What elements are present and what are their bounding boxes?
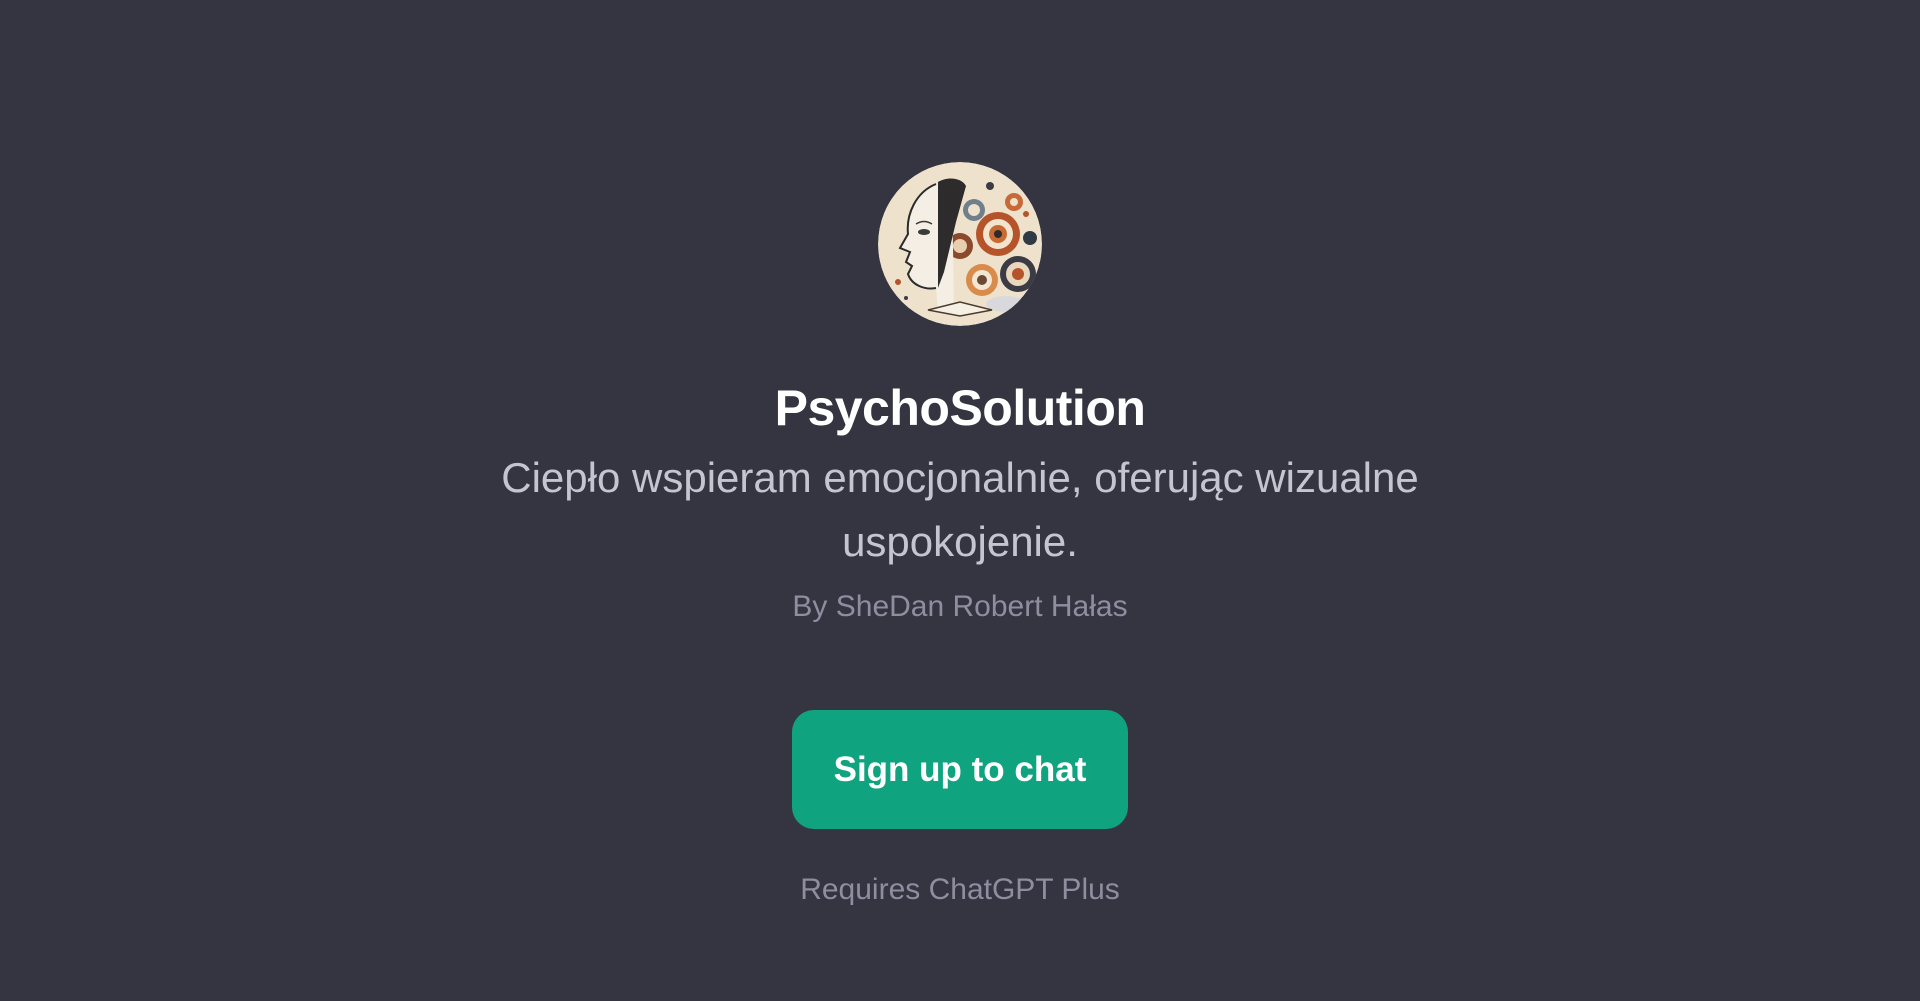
gpt-landing-page: PsychoSolution Ciepło wspieram emocjonal… <box>0 0 1920 1001</box>
gpt-avatar <box>878 162 1042 326</box>
gpt-author: By SheDan Robert Hałas <box>792 590 1128 623</box>
plus-requirement-note: Requires ChatGPT Plus <box>800 873 1120 906</box>
signup-button[interactable]: Sign up to chat <box>792 710 1128 829</box>
gpt-title: PsychoSolution <box>774 380 1146 436</box>
abstract-mind-portrait-icon <box>878 162 1042 326</box>
gpt-description: Ciepło wspieram emocjonalnie, oferując w… <box>501 454 1419 565</box>
